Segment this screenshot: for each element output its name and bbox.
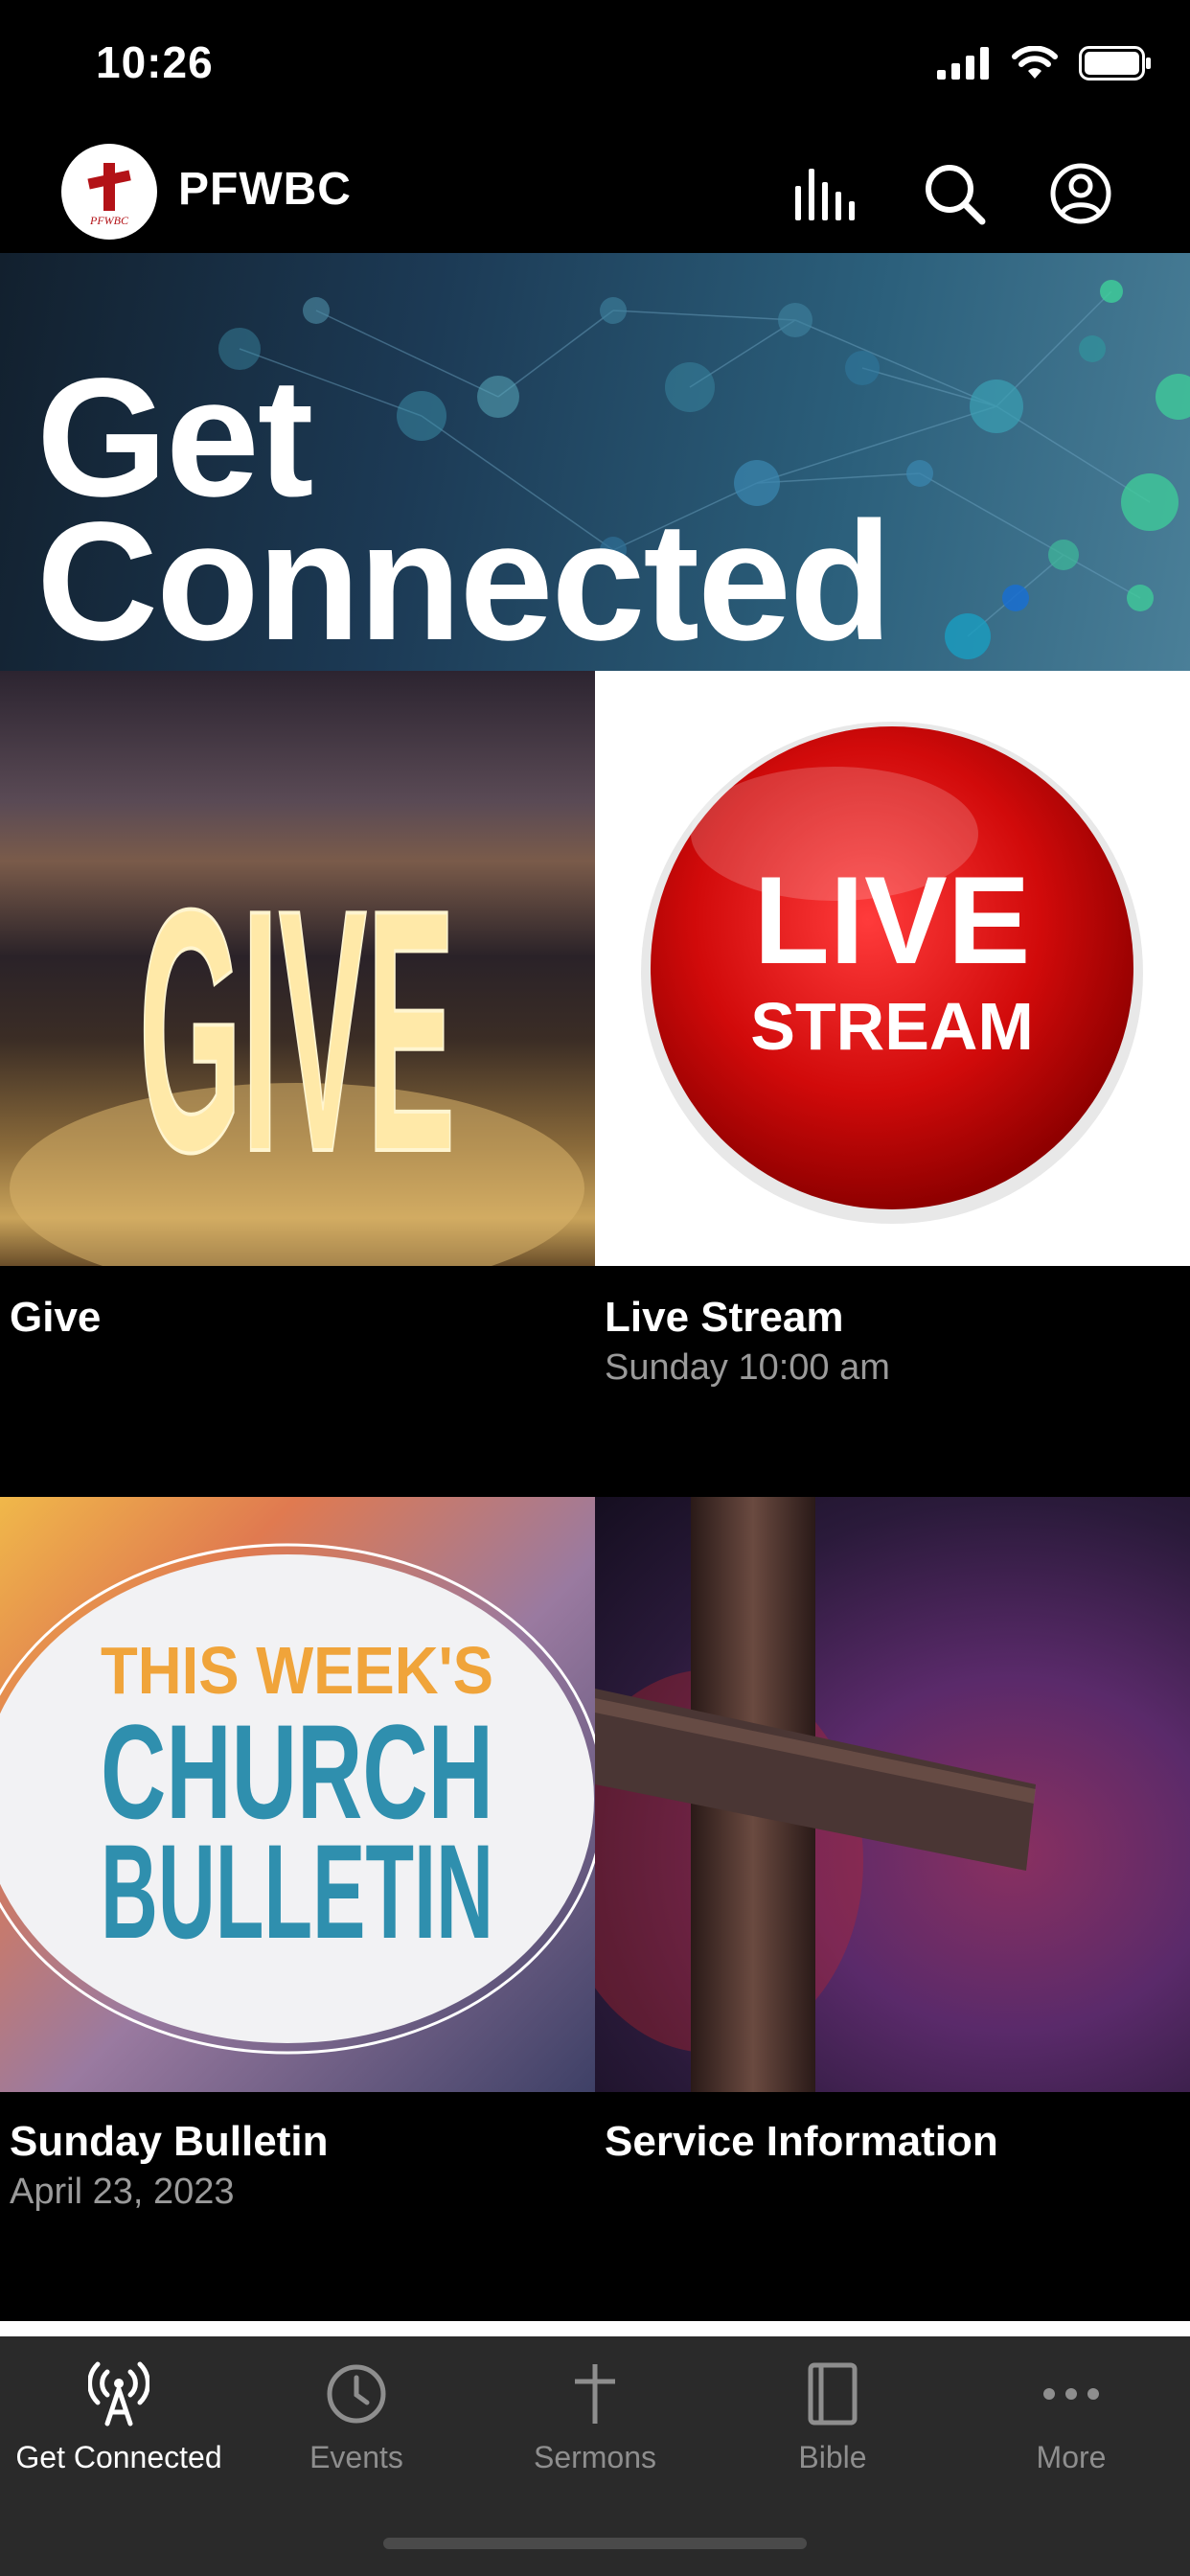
bulletin-date: April 23, 2023 [10,2172,235,2212]
svg-text:GIVE: GIVE [139,839,455,1224]
live-stream-subtitle: Sunday 10:00 am [605,1347,890,1388]
wifi-icon [1012,46,1058,79]
tab-label: Sermons [533,2440,657,2474]
sunday-bulletin-tile[interactable]: THIS WEEK'S CHURCH BULLETIN Sunday Bulle… [0,1497,595,2321]
status-bar: 10:26 [0,0,1190,134]
tab-events[interactable]: Events [238,2356,475,2499]
get-connected-banner: Get Connected [0,253,1190,671]
audio-button[interactable] [786,153,866,234]
account-icon [1050,163,1111,224]
tab-bar-divider [0,2321,1190,2336]
home-indicator [383,2538,807,2549]
tab-label: Get Connected [15,2440,222,2474]
tab-label: Bible [798,2440,867,2474]
svg-text:BULLETIN: BULLETIN [101,1816,493,1966]
live-stream-image: LIVE STREAM [595,671,1190,1266]
give-title: Give [10,1294,102,1341]
give-marquee-letters: GIVE [10,837,584,1266]
status-time: 10:26 [96,37,214,87]
clock-icon [318,2356,395,2432]
more-dots-icon [1033,2356,1110,2432]
service-information-title: Service Information [605,2118,998,2165]
live-stream-title: Live Stream [605,1294,844,1341]
book-icon [794,2356,871,2432]
tab-label: Events [309,2440,403,2474]
status-icons [937,46,1152,80]
audio-bars-icon [795,169,855,220]
search-button[interactable] [914,153,995,234]
cellular-signal-icon [937,47,989,80]
live-stream-button-graphic: LIVE STREAM [641,722,1143,1224]
banner-title: Get Connected [36,344,892,671]
service-information-tile[interactable]: Service Information [595,1497,1190,2321]
bulletin-graphic: THIS WEEK'S CHURCH BULLETIN [0,1543,595,2055]
tab-bible[interactable]: Bible [714,2356,951,2499]
service-information-image [595,1497,1190,2092]
plus-icon [557,2356,633,2432]
svg-text:LIVE: LIVE [754,850,1031,990]
tab-label: More [1036,2440,1107,2474]
search-icon [926,165,986,225]
wooden-cross-graphic [595,1497,1036,2092]
cross-logo-icon: PFWBC [87,163,131,227]
svg-text:PFWBC: PFWBC [89,214,129,227]
svg-text:STREAM: STREAM [750,989,1034,1064]
app-title: PFWBC [178,164,352,215]
battery-icon [1079,46,1151,80]
live-stream-tile[interactable]: LIVE STREAM Live Stream Sunday 10:00 am [595,671,1190,1497]
tab-sermons[interactable]: Sermons [476,2356,714,2499]
tab-more[interactable]: More [952,2356,1190,2499]
app-header: PFWBC PFWBC [0,134,1190,253]
tab-get-connected[interactable]: Get Connected [0,2356,238,2499]
profile-button[interactable] [1041,153,1121,234]
bulletin-image: THIS WEEK'S CHURCH BULLETIN [0,1497,595,2092]
bulletin-title: Sunday Bulletin [10,2118,329,2165]
give-tile[interactable]: GIVE Give [0,671,595,1497]
church-logo[interactable]: PFWBC [61,144,157,240]
broadcast-icon [80,2356,157,2432]
give-image: GIVE [0,671,595,1266]
